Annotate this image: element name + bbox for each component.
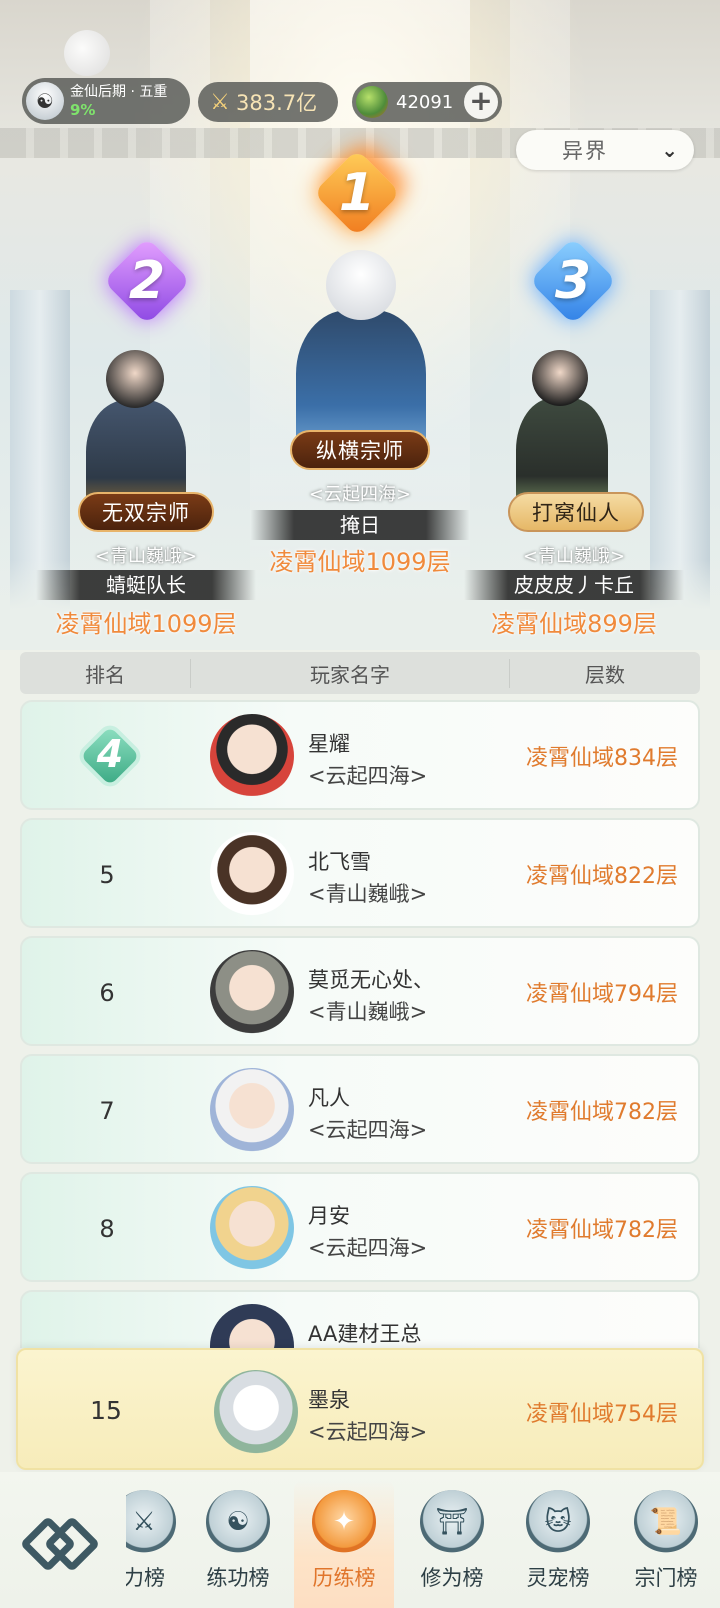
currency-value: 42091 [396, 91, 454, 113]
table-row[interactable]: AA建材王总 [20, 1290, 700, 1348]
my-rank-number: 15 [90, 1396, 122, 1425]
realm-badge[interactable]: ☯ 金仙后期 · 五重 9% [22, 78, 190, 124]
rank-number: 5 [99, 861, 115, 889]
back-button[interactable] [19, 1514, 101, 1574]
my-rank-row[interactable]: 15 墨泉 <云起四海> 凌霄仙域754层 [16, 1348, 704, 1470]
rank-3-floor: 凌霄仙域899层 [491, 610, 657, 638]
add-currency-button[interactable]: + [464, 85, 498, 119]
column-header-rank: 排名 [85, 662, 125, 687]
column-header-floor: 层数 [585, 662, 625, 687]
tab-label: 历练榜 [312, 1566, 376, 1590]
currency-chip[interactable]: 42091 + [352, 82, 502, 122]
tab-power-rank[interactable]: ⚔ 力榜 [126, 1490, 176, 1600]
my-player-floor: 凌霄仙域754层 [526, 1402, 678, 1427]
table-row[interactable]: 7 凡人 <云起四海> 凌霄仙域782层 [20, 1054, 700, 1164]
my-player-guild: <云起四海> [308, 1420, 428, 1444]
tab-pet-rank[interactable]: 🐱 灵宠榜 [508, 1490, 608, 1600]
rank-2-medal: 2 [102, 236, 192, 326]
realm-filter-dropdown[interactable]: 异界 ⌄ [516, 130, 694, 170]
rank-2-title-plaque: 无双宗师 [78, 492, 214, 532]
rank-1-player-name[interactable]: 掩日 [250, 510, 470, 540]
player-guild: <青山巍峨> [308, 1000, 428, 1024]
player-guild: <云起四海> [308, 764, 428, 788]
bottom-tab-bar: ⚔ 力榜 ☯ 练功榜 ✦ 历练榜 ⛩ 修为榜 🐱 灵宠榜 📜 宗门榜 [0, 1472, 720, 1608]
avatar[interactable] [210, 950, 294, 1034]
my-player-name: 墨泉 [308, 1388, 350, 1412]
rank-4-badge: 4 [80, 726, 140, 786]
sword-icon: ⚔ [126, 1490, 176, 1554]
tab-label: 练功榜 [206, 1566, 270, 1590]
table-row[interactable]: 5 北飞雪 <青山巍峨> 凌霄仙域822层 [20, 818, 700, 928]
table-row[interactable]: 4 星耀 <云起四海> 凌霄仙域834层 [20, 700, 700, 810]
rank-1-guild: <云起四海> [308, 484, 412, 505]
table-header: 排名 玩家名字 层数 [20, 652, 700, 694]
dropdown-selected-value: 异界 [562, 139, 608, 163]
cat-icon: 🐱 [526, 1490, 590, 1554]
player-floor: 凌霄仙域834层 [526, 746, 678, 771]
player-floor: 凌霄仙域782层 [526, 1218, 678, 1243]
rank-1-title-plaque: 纵横宗师 [290, 430, 430, 470]
player-avatar-icon: ☯ [26, 82, 64, 120]
star-icon: ✦ [312, 1490, 376, 1554]
tab-label: 灵宠榜 [526, 1566, 590, 1590]
rank-2-player-name[interactable]: 蜻蜓队长 [36, 570, 256, 600]
player-floor: 凌霄仙域782层 [526, 1100, 678, 1125]
player-name: 凡人 [308, 1086, 350, 1110]
player-name: 北飞雪 [308, 850, 371, 874]
player-name: 星耀 [308, 732, 350, 756]
ranking-list[interactable]: 4 星耀 <云起四海> 凌霄仙域834层 5 北飞雪 <青山巍峨> 凌霄仙域82… [20, 700, 700, 1348]
jade-coin-icon [356, 86, 388, 118]
avatar[interactable] [210, 714, 294, 798]
rank-1-medal: 1 [312, 148, 402, 238]
hat-icon: ⛩ [420, 1490, 484, 1554]
rank-2-guild: <青山巍峨> [94, 546, 198, 567]
tab-label: 力榜 [126, 1566, 165, 1590]
avatar[interactable] [210, 832, 294, 916]
rank-number: 7 [99, 1097, 115, 1125]
tab-cultivation-rank[interactable]: ⛩ 修为榜 [402, 1490, 502, 1600]
tab-trial-rank[interactable]: ✦ 历练榜 [294, 1480, 394, 1608]
scroll-icon: 📜 [634, 1490, 698, 1554]
tab-training-rank[interactable]: ☯ 练功榜 [188, 1490, 288, 1600]
player-name: 月安 [308, 1204, 350, 1228]
rank-1-floor: 凌霄仙域1099层 [269, 548, 451, 576]
rank-number: 6 [99, 979, 115, 1007]
player-guild: <青山巍峨> [308, 882, 428, 906]
avatar[interactable] [210, 1068, 294, 1152]
tab-label: 宗门榜 [634, 1566, 698, 1590]
tab-sect-rank[interactable]: 📜 宗门榜 [616, 1490, 716, 1600]
yin-yang-icon: ☯ [206, 1490, 270, 1554]
player-name: AA建材王总 [308, 1322, 422, 1346]
rank-3-title-plaque: 打窝仙人 [508, 492, 644, 532]
table-row[interactable]: 6 莫觅无心处、 <青山巍峨> 凌霄仙域794层 [20, 936, 700, 1046]
chevron-down-icon: ⌄ [661, 138, 678, 162]
combat-power-value: 383.7亿 [236, 91, 318, 115]
avatar[interactable] [210, 1186, 294, 1270]
rank-3-player-name[interactable]: 皮皮皮丿卡丘 [464, 570, 684, 600]
player-floor: 凌霄仙域822层 [526, 864, 678, 889]
rank-3-medal: 3 [528, 236, 618, 326]
tab-label: 修为榜 [420, 1566, 484, 1590]
rank-3-guild: <青山巍峨> [522, 546, 626, 567]
podium-scene: 1 2 3 纵横宗师 <云起四海> 掩日 凌霄仙域1099层 无双宗师 <青山巍… [0, 0, 720, 650]
realm-title: 金仙后期 · 五重 [70, 84, 168, 100]
table-row[interactable]: 8 月安 <云起四海> 凌霄仙域782层 [20, 1172, 700, 1282]
player-guild: <云起四海> [308, 1236, 428, 1260]
realm-progress: 9% [70, 101, 96, 119]
player-guild: <云起四海> [308, 1118, 428, 1142]
avatar[interactable] [210, 1304, 294, 1348]
rank-2-floor: 凌霄仙域1099层 [55, 610, 237, 638]
swords-icon: ⚔ [210, 89, 230, 115]
column-header-player: 玩家名字 [190, 658, 510, 688]
moon-decoration [64, 30, 110, 76]
player-name: 莫觅无心处、 [308, 968, 434, 992]
player-floor: 凌霄仙域794层 [526, 982, 678, 1007]
my-avatar[interactable] [214, 1370, 298, 1454]
combat-power-chip[interactable]: ⚔ 383.7亿 [198, 82, 338, 122]
rank-number: 8 [99, 1215, 115, 1243]
